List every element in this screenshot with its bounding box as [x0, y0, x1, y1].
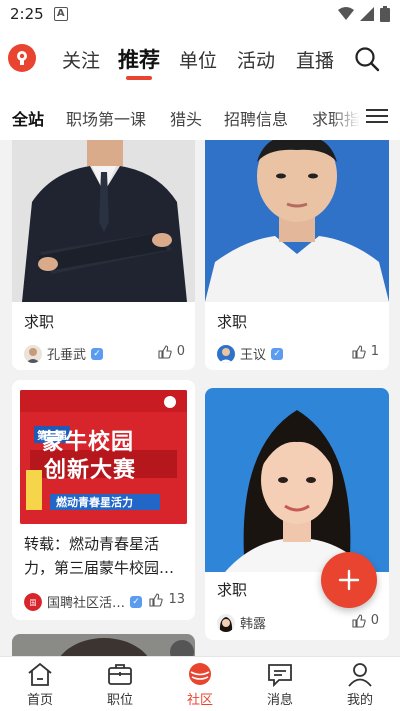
profile-icon [348, 663, 372, 687]
svg-text:国: 国 [30, 599, 37, 607]
thumbs-up-icon [352, 613, 366, 628]
post-image [12, 140, 195, 302]
like-button[interactable]: 1 [352, 344, 379, 359]
nav-messages[interactable]: 消息 [250, 661, 310, 708]
community-icon [189, 663, 211, 685]
home-icon [28, 662, 52, 686]
status-bar: 2:25 A [0, 0, 400, 28]
like-count: 13 [168, 592, 185, 607]
post-card[interactable] [12, 634, 195, 656]
post-image: 第三届 蒙牛校园 创新大赛 燃动青春星活力 [20, 390, 187, 524]
nav-jobs-label: 职位 [106, 693, 133, 708]
tab-activity[interactable]: 活动 [237, 46, 275, 73]
active-tab-indicator [126, 76, 152, 80]
verified-badge-icon: ✓ [271, 347, 284, 360]
nav-community-label: 社区 [186, 693, 213, 708]
tab-recommend[interactable]: 推荐 [118, 44, 160, 74]
battery-icon [380, 6, 390, 22]
plus-icon [338, 569, 360, 591]
avatar [217, 613, 235, 632]
post-author[interactable]: 孔垂武 ✓ [24, 344, 104, 363]
avatar: 国 [24, 592, 42, 611]
message-icon [268, 664, 292, 687]
post-title: 求职 [217, 313, 248, 331]
bottom-navigation: 首页 职位 社区 消息 我的 [0, 656, 400, 711]
poster-headline-2: 创新大赛 [44, 458, 137, 483]
subtab-workplace-first-lesson[interactable]: 职场第一课 [66, 106, 146, 130]
poster-slogan: 燃动青春星活力 [56, 496, 133, 509]
create-post-button[interactable] [321, 552, 377, 608]
post-author[interactable]: 国 国聘社区活… ✓ [24, 592, 143, 611]
menu-icon[interactable] [366, 108, 388, 124]
notification-badge: A [53, 7, 68, 21]
post-title: 求职 [217, 581, 248, 599]
sub-navigation: 全站 职场第一课 猎头 招聘信息 求职指 [0, 90, 400, 140]
like-count: 0 [370, 613, 379, 628]
post-author[interactable]: 韩露 [217, 613, 266, 632]
post-card[interactable]: 第三届 蒙牛校园 创新大赛 燃动青春星活力 转载：燃动青春星活力，第三届蒙牛校园… [12, 380, 195, 620]
post-title: 转载：燃动青春星活力，第三届蒙牛校园… [24, 535, 175, 577]
post-card[interactable]: 求职 孔垂武 ✓ 0 [12, 140, 195, 370]
nav-community[interactable]: 社区 [170, 661, 230, 708]
tab-fade [330, 100, 360, 134]
post-image [12, 634, 195, 656]
nav-jobs[interactable]: 职位 [90, 661, 150, 708]
thumbs-up-icon [149, 592, 164, 607]
like-button[interactable]: 0 [352, 613, 379, 628]
status-icons [338, 6, 390, 22]
nav-messages-label: 消息 [266, 693, 293, 708]
tab-live[interactable]: 直播 [296, 46, 334, 73]
top-navigation: 关注 推荐 单位 活动 直播 [0, 28, 400, 90]
post-image [205, 388, 389, 572]
avatar [217, 344, 235, 363]
wifi-icon [338, 7, 354, 20]
author-name: 国聘社区活… [47, 596, 126, 611]
nav-profile[interactable]: 我的 [330, 661, 390, 708]
nav-home[interactable]: 首页 [10, 661, 70, 708]
search-icon[interactable] [354, 46, 380, 72]
briefcase-icon [108, 664, 132, 685]
verified-badge-icon: ✓ [130, 595, 143, 608]
like-count: 1 [370, 344, 379, 359]
like-button[interactable]: 13 [149, 592, 185, 607]
post-title: 求职 [24, 313, 55, 331]
post-card[interactable]: 求职 王议 ✓ 1 [205, 140, 389, 370]
thumbs-up-icon [158, 344, 172, 359]
post-image [205, 140, 389, 302]
author-name: 孔垂武 [47, 348, 87, 363]
tab-organization[interactable]: 单位 [179, 46, 217, 73]
like-count: 0 [176, 344, 185, 359]
author-name: 韩露 [240, 617, 267, 632]
thumbs-up-icon [352, 344, 366, 359]
subtab-all-site[interactable]: 全站 [12, 106, 44, 130]
subtab-headhunter[interactable]: 猎头 [170, 106, 202, 130]
like-button[interactable]: 0 [158, 344, 185, 359]
avatar [24, 344, 42, 363]
verified-badge-icon: ✓ [91, 347, 104, 360]
status-time: 2:25 [10, 5, 44, 23]
tab-follow[interactable]: 关注 [62, 46, 100, 73]
subtab-recruitment-info[interactable]: 招聘信息 [224, 106, 288, 130]
author-name: 王议 [240, 348, 267, 363]
nav-home-label: 首页 [26, 693, 53, 708]
nav-profile-label: 我的 [346, 693, 373, 708]
signal-icon [360, 7, 374, 21]
app-logo-icon[interactable] [8, 44, 36, 72]
post-author[interactable]: 王议 ✓ [217, 344, 284, 363]
